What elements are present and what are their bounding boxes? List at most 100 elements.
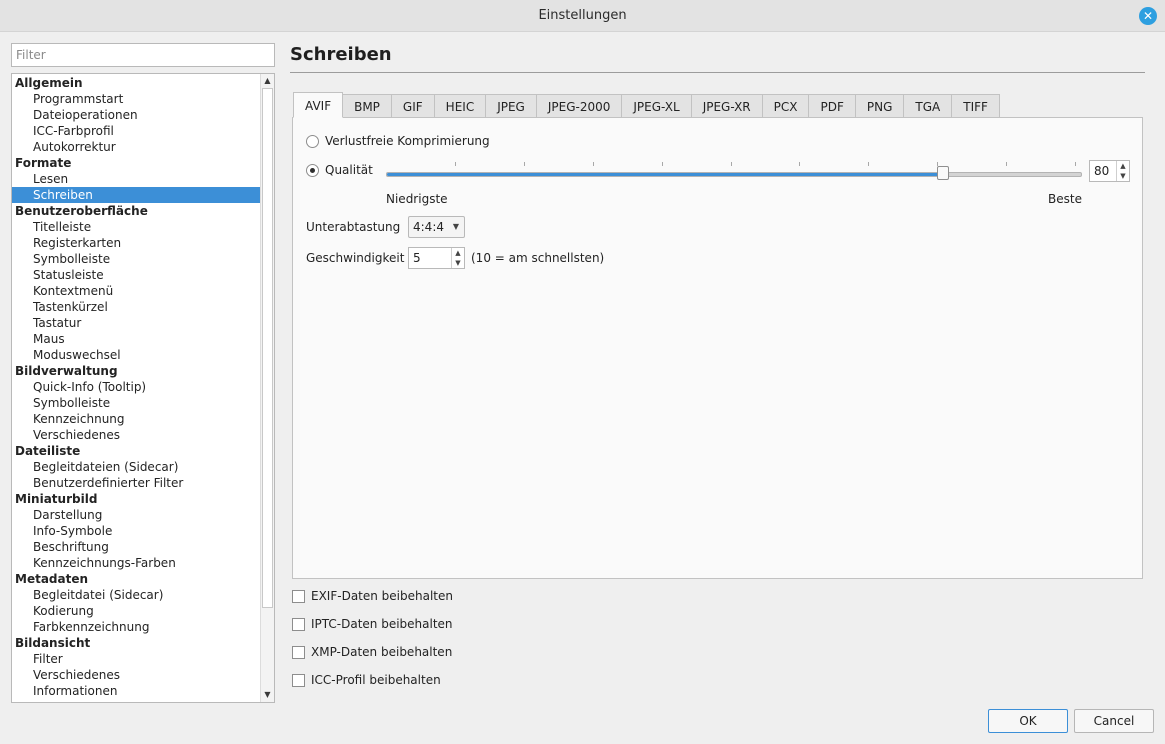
tree-item[interactable]: Lesen	[12, 171, 261, 187]
quality-slider[interactable]	[386, 172, 1082, 177]
scroll-down-icon[interactable]: ▼	[261, 688, 274, 702]
tree-group[interactable]: Bildansicht	[12, 635, 261, 651]
filter-input[interactable]	[11, 43, 275, 67]
tree-item[interactable]: Statusleiste	[12, 267, 261, 283]
tab-tiff[interactable]: TIFF	[952, 94, 1000, 118]
tree-item[interactable]: Begleitdateien (Sidecar)	[12, 459, 261, 475]
tree-item[interactable]: Kontextmenü	[12, 283, 261, 299]
quality-label: Qualität	[325, 163, 373, 177]
format-tabs: AVIF BMP GIF HEIC JPEG JPEG-2000 JPEG-XL JPEG-X…	[293, 92, 1000, 118]
window-title: Einstellungen	[538, 8, 627, 23]
close-icon[interactable]: ✕	[1139, 7, 1157, 25]
slider-tick	[799, 162, 801, 166]
quality-slider-fill	[387, 173, 943, 176]
tree-item[interactable]: Filter	[12, 651, 261, 667]
tree-group[interactable]: Dateiliste	[12, 443, 261, 459]
tab-avif[interactable]: AVIF	[293, 92, 344, 118]
page-title: Schreiben	[290, 44, 392, 65]
scroll-up-icon[interactable]: ▲	[261, 74, 274, 88]
tree-group[interactable]: Formate	[12, 155, 261, 171]
tree-item[interactable]: Darstellung	[12, 507, 261, 523]
tree-item[interactable]: Dateioperationen	[12, 107, 261, 123]
slider-tick	[1075, 162, 1077, 166]
speed-spinbox[interactable]: 5 ▲ ▼	[408, 247, 465, 269]
tree-item[interactable]: Begleitdatei (Sidecar)	[12, 587, 261, 603]
tab-tga[interactable]: TGA	[904, 94, 953, 118]
subsampling-label: Unterabtastung	[306, 220, 401, 234]
tree-item[interactable]: Beschriftung	[12, 539, 261, 555]
tree-item[interactable]: Moduswechsel	[12, 347, 261, 363]
quality-high-label: Beste	[1048, 192, 1082, 206]
tree-item[interactable]: Info-Symbole	[12, 523, 261, 539]
subsampling-value: 4:4:4	[413, 220, 444, 234]
tab-pcx[interactable]: PCX	[762, 94, 810, 118]
metadata-checkbox[interactable]	[292, 590, 305, 603]
chevron-down-icon: ▼	[452, 222, 459, 231]
spin-up-icon[interactable]: ▲	[452, 248, 464, 258]
tree-item[interactable]: Registerkarten	[12, 235, 261, 251]
spin-down-icon[interactable]: ▼	[1117, 171, 1129, 181]
speed-hint: (10 = am schnellsten)	[471, 251, 605, 265]
scroll-thumb[interactable]	[262, 88, 273, 608]
slider-tick	[523, 162, 525, 166]
quality-slider-handle[interactable]	[936, 166, 949, 180]
tab-heic[interactable]: HEIC	[434, 94, 487, 118]
tree-group[interactable]: Benutzeroberfläche	[12, 203, 261, 219]
settings-tree: Allgemein Programmstart Dateioperationen IC…	[11, 73, 275, 703]
tab-jpeg-xl[interactable]: JPEG-XL	[622, 94, 692, 118]
metadata-checkbox[interactable]	[292, 646, 305, 659]
tree-item[interactable]: Maus	[12, 331, 261, 347]
tree-item[interactable]: Kennzeichnung	[12, 411, 261, 427]
tree-item[interactable]: Verschiedenes	[12, 427, 261, 443]
tree-scrollbar[interactable]: ▲ ▼	[260, 74, 274, 702]
tree-group[interactable]: Miniaturbild	[12, 491, 261, 507]
lossless-radio[interactable]	[306, 135, 319, 148]
metadata-checkbox[interactable]	[292, 674, 305, 687]
tab-png[interactable]: PNG	[855, 94, 905, 118]
tab-jpeg-xr[interactable]: JPEG-XR	[691, 94, 763, 118]
metadata-checkbox-label[interactable]: EXIF-Daten beibehalten	[311, 589, 453, 603]
lossless-label: Verlustfreie Komprimierung	[325, 134, 490, 148]
tab-jpeg[interactable]: JPEG	[486, 94, 537, 118]
speed-label: Geschwindigkeit	[306, 251, 405, 265]
tree-group[interactable]: Allgemein	[12, 75, 261, 91]
tree-item[interactable]: Autokorrektur	[12, 139, 261, 155]
slider-tick	[454, 162, 456, 166]
quality-radio[interactable]	[306, 164, 319, 177]
tab-gif[interactable]: GIF	[391, 94, 435, 118]
cancel-button[interactable]: Cancel	[1074, 709, 1154, 733]
tree-item[interactable]: Kodierung	[12, 603, 261, 619]
metadata-checkbox-label[interactable]: XMP-Daten beibehalten	[311, 645, 452, 659]
spin-down-icon[interactable]: ▼	[452, 258, 464, 268]
ok-button[interactable]: OK	[988, 709, 1068, 733]
tree-item[interactable]: Tastenkürzel	[12, 299, 261, 315]
tab-jpeg-2000[interactable]: JPEG-2000	[536, 94, 623, 118]
tree-item[interactable]: Tastatur	[12, 315, 261, 331]
tree-item[interactable]: Programmstart	[12, 91, 261, 107]
slider-tick	[868, 162, 870, 166]
tree-group[interactable]: Metadaten	[12, 571, 261, 587]
tree-item[interactable]: Titelleiste	[12, 219, 261, 235]
tree-item[interactable]: Verschiedenes	[12, 667, 261, 683]
tree-item[interactable]: Symbolleiste	[12, 395, 261, 411]
tree-item[interactable]: Farbkennzeichnung	[12, 619, 261, 635]
metadata-checkbox[interactable]	[292, 618, 305, 631]
tree-item[interactable]: Quick-Info (Tooltip)	[12, 379, 261, 395]
metadata-checkbox-label[interactable]: IPTC-Daten beibehalten	[311, 617, 453, 631]
subsampling-select[interactable]: 4:4:4 ▼	[408, 216, 465, 238]
quality-spinbox[interactable]: 80 ▲ ▼	[1089, 160, 1130, 182]
spin-up-icon[interactable]: ▲	[1117, 161, 1129, 171]
slider-tick	[730, 162, 732, 166]
metadata-checkbox-label[interactable]: ICC-Profil beibehalten	[311, 673, 441, 687]
tab-bmp[interactable]: BMP	[343, 94, 392, 118]
tab-pdf[interactable]: PDF	[809, 94, 856, 118]
tree-item[interactable]: ICC-Farbprofil	[12, 123, 261, 139]
tree-item[interactable]: Informationen	[12, 683, 261, 699]
quality-value: 80	[1094, 164, 1110, 178]
tree-item[interactable]: Kennzeichnungs-Farben	[12, 555, 261, 571]
tree-item[interactable]: Symbolleiste	[12, 251, 261, 267]
tree-item[interactable]: Benutzerdefinierter Filter	[12, 475, 261, 491]
tree-group[interactable]: Bildverwaltung	[12, 363, 261, 379]
settings-tree-list: Allgemein Programmstart Dateioperationen IC…	[12, 75, 261, 699]
tree-item[interactable]: Schreiben	[12, 187, 261, 203]
